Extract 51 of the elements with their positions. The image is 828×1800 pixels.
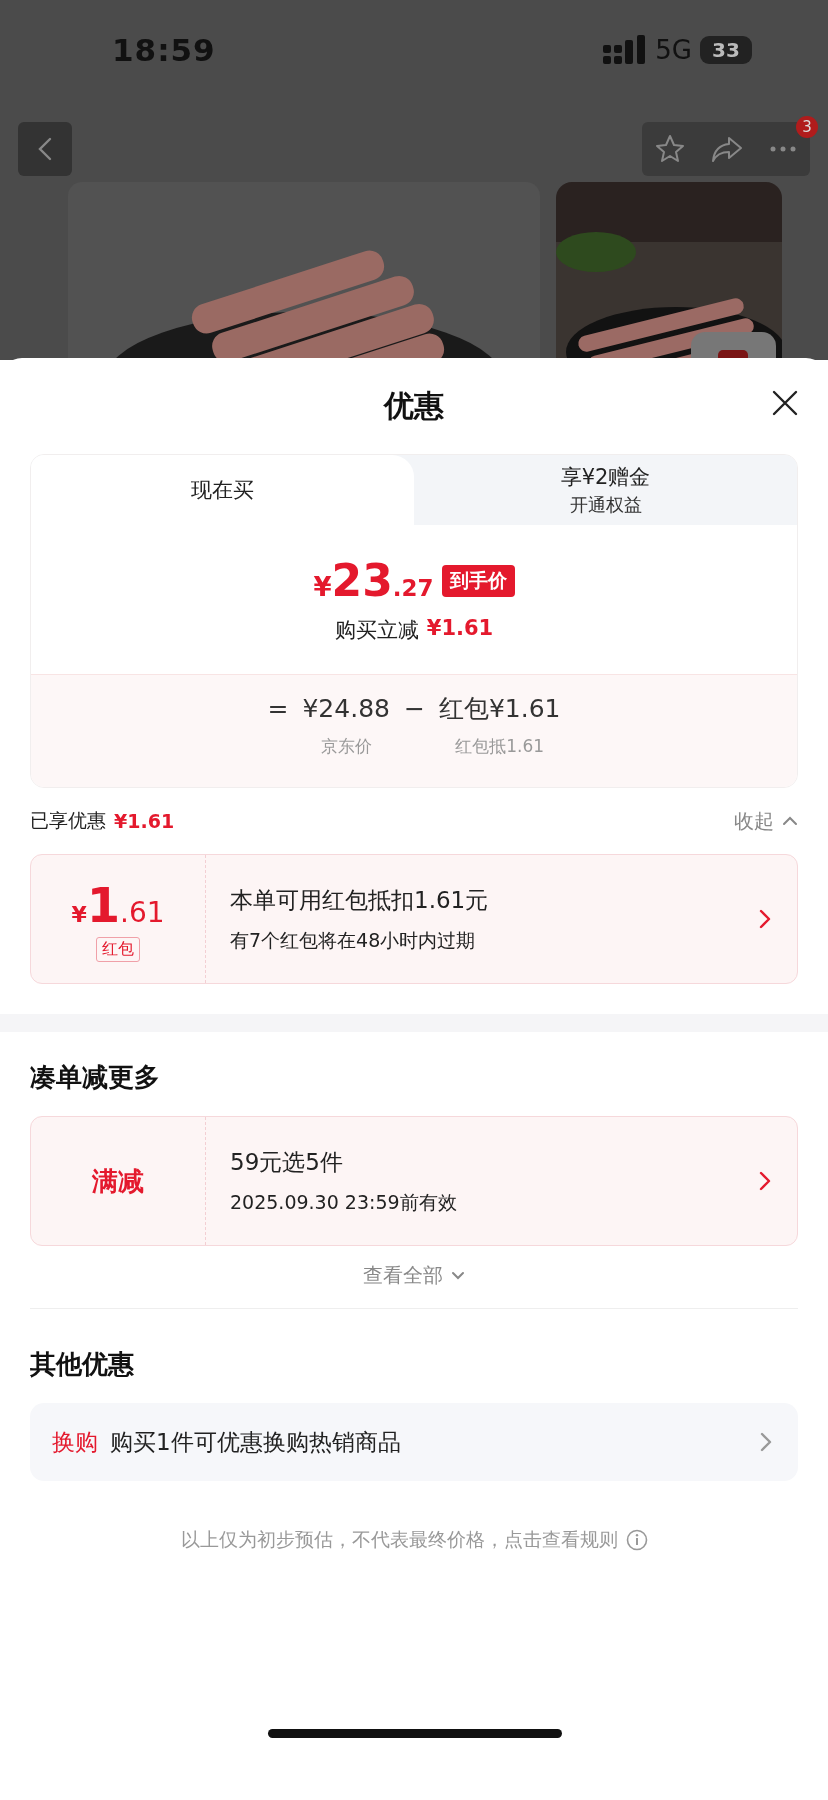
offer-row[interactable]: 换购 购买1件可优惠换购热销商品 xyxy=(30,1403,798,1481)
term-caption: 京东价 xyxy=(320,735,372,758)
price-badge: 到手价 xyxy=(441,564,515,597)
chevron-down-icon xyxy=(451,1270,465,1280)
disclaimer-text: 以上仅为初步预估，不代表最终价格，点击查看规则 xyxy=(180,1527,618,1552)
equals-sign: = xyxy=(267,693,289,725)
offer-type: 换购 xyxy=(52,1427,98,1457)
coupon-card[interactable]: ¥1.61 红包 本单可用红包抵扣1.61元 有7个红包将在48小时内过期 xyxy=(30,854,798,984)
chevron-right-icon xyxy=(759,909,771,929)
battery-level: 33 xyxy=(712,38,740,62)
discount-label: 购买立减 xyxy=(334,617,419,644)
section-title: 凑单减更多 xyxy=(30,1060,161,1094)
price-term: ¥24.88 xyxy=(302,693,390,725)
info-icon[interactable] xyxy=(625,1529,648,1551)
price-term: 红包¥1.61 xyxy=(438,693,561,725)
clock-time: 18:59 xyxy=(112,32,216,68)
share-icon xyxy=(711,135,743,163)
close-icon xyxy=(772,390,798,416)
back-button[interactable] xyxy=(18,122,72,176)
minus-sign: − xyxy=(403,693,425,725)
sheet-title: 优惠 xyxy=(384,386,444,425)
savings-amount: ¥1.61 xyxy=(114,810,175,832)
chevron-right-icon xyxy=(759,1171,771,1191)
term-caption: 红包抵1.61 xyxy=(455,735,545,758)
offer-note: 有7个红包将在48小时内过期 xyxy=(230,927,477,953)
coupon-amount: ¥1.61 xyxy=(71,876,165,933)
offer-card[interactable]: 满减 59元选5件 2025.09.30 23:59前有效 xyxy=(30,1116,798,1246)
notification-badge: 3 xyxy=(796,116,818,138)
offer-title: 59元选5件 xyxy=(230,1147,344,1177)
more-button[interactable] xyxy=(769,145,797,153)
offer-text: 购买1件可优惠换购热销商品 xyxy=(110,1427,402,1457)
star-icon xyxy=(655,134,685,164)
view-all-link[interactable]: 查看全部 xyxy=(363,1246,465,1304)
signal-icon xyxy=(603,35,648,65)
more-icon xyxy=(769,145,797,153)
collapse-toggle[interactable]: 收起 xyxy=(734,807,798,835)
final-price: ¥23.27 xyxy=(313,555,434,606)
coupon-tag: 红包 xyxy=(96,936,140,962)
favorite-button[interactable] xyxy=(655,134,685,164)
tab[interactable]: 现在买 xyxy=(31,455,414,525)
share-button[interactable] xyxy=(711,135,743,163)
network-type: 5G xyxy=(655,35,692,65)
chevron-right-icon xyxy=(760,1432,772,1452)
discount-amount: ¥1.61 xyxy=(426,616,494,642)
back-icon xyxy=(38,137,52,161)
offer-note: 2025.09.30 23:59前有效 xyxy=(230,1189,458,1215)
section-title: 其他优惠 xyxy=(30,1347,135,1381)
savings-label: 已享优惠 xyxy=(30,808,106,833)
offer-type: 满减 xyxy=(92,1164,144,1198)
close-button[interactable] xyxy=(772,390,798,416)
offer-title: 本单可用红包抵扣1.61元 xyxy=(230,885,490,915)
